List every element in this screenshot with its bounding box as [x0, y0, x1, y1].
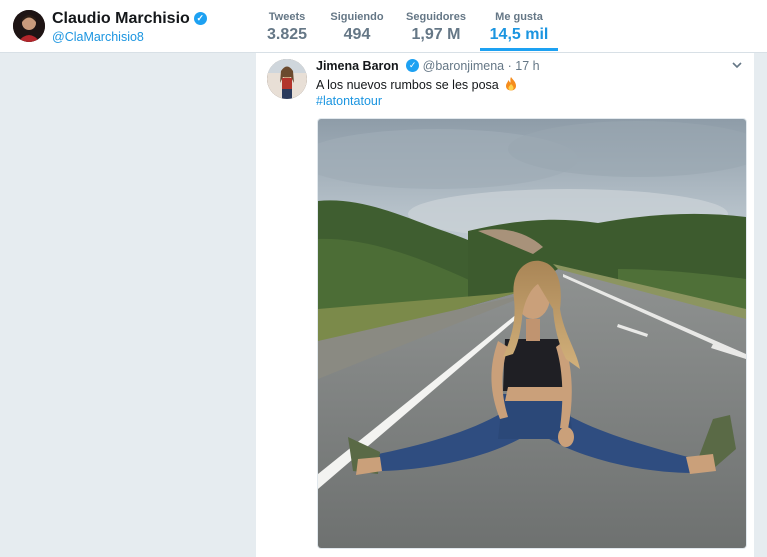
chevron-down-icon[interactable]: [730, 59, 744, 73]
stat-label: Me gusta: [495, 11, 543, 23]
fire-icon: [504, 76, 518, 94]
profile-name[interactable]: Claudio Marchisio ✓: [52, 10, 207, 28]
stat-value: 1,97 M: [411, 26, 461, 43]
profile-avatar[interactable]: [13, 10, 45, 42]
profile-handle[interactable]: @ClaMarchisio8: [52, 30, 144, 44]
stat-followers[interactable]: Seguidores 1,97 M: [402, 11, 470, 44]
tweet-text: A los nuevos rumbos se les posa: [316, 76, 518, 94]
tweet-author-name[interactable]: Jimena Baron: [316, 59, 399, 73]
profile-header: Claudio Marchisio ✓ @ClaMarchisio8 Tweets…: [0, 0, 767, 53]
tweet-author-avatar[interactable]: [267, 59, 307, 99]
tweet-header: Jimena Baron ✓ @baronjimena · 17 h: [316, 59, 540, 73]
stat-tweets[interactable]: Tweets 3.825: [264, 11, 310, 44]
verified-badge-icon: ✓: [406, 59, 420, 72]
tweet-separator: ·: [507, 59, 512, 73]
stat-value: 3.825: [266, 26, 308, 43]
verified-badge-icon: ✓: [193, 12, 207, 25]
tweet-timestamp[interactable]: 17 h: [515, 59, 539, 73]
tweet-photo[interactable]: [317, 118, 747, 549]
stat-value: 494: [343, 26, 371, 43]
stat-label: Siguiendo: [330, 11, 384, 23]
stat-label: Tweets: [268, 11, 306, 23]
stat-value: 14,5 mil: [489, 26, 549, 43]
stat-likes[interactable]: Me gusta 14,5 mil: [480, 11, 558, 44]
active-tab-indicator: [480, 48, 558, 51]
tweet-hashtag-link[interactable]: #latontatour: [316, 94, 382, 108]
stat-following[interactable]: Siguiendo 494: [328, 11, 386, 44]
stat-label: Seguidores: [406, 11, 466, 23]
tweet-card[interactable]: Jimena Baron ✓ @baronjimena · 17 h A los…: [256, 53, 754, 557]
tweet-author-handle[interactable]: @baronjimena: [423, 59, 504, 73]
